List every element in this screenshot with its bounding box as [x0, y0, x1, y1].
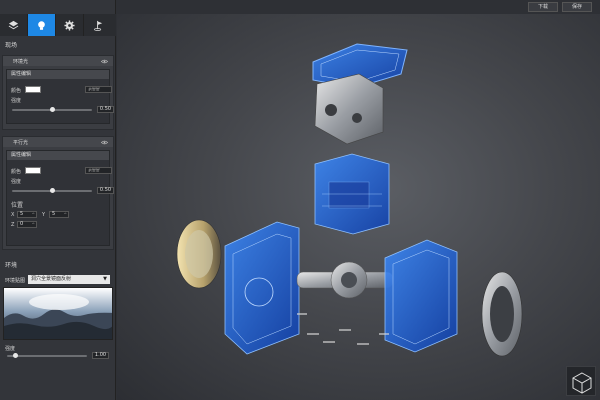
environment-map-value: 洞穴全景镜面反射	[31, 276, 72, 282]
position-x-input[interactable]: 5 ^	[17, 211, 37, 218]
stepper-icon[interactable]: ^	[32, 212, 35, 217]
save-button[interactable]: 保存	[562, 2, 592, 12]
position-z-input[interactable]: 0 ^	[17, 221, 37, 228]
tab-markers[interactable]	[84, 14, 112, 36]
view-cube[interactable]	[566, 366, 596, 396]
ambient-light-header[interactable]: 环境光	[3, 56, 113, 66]
cylinder-head[interactable]	[314, 73, 384, 145]
ambient-light-label: 环境光	[13, 58, 29, 65]
left-side-cover[interactable]	[176, 219, 222, 289]
scene-section-title: 现场	[5, 42, 18, 49]
directional-properties: 属性编辑 颜色 #ffffff 强度 0.50 位置 X 5 ^ Y 5 ^ Z…	[6, 150, 114, 246]
flag-icon	[93, 20, 102, 31]
directional-intensity-slider[interactable]	[12, 188, 92, 193]
eye-icon[interactable]	[101, 59, 108, 64]
y-label: Y	[42, 212, 46, 218]
eye-icon[interactable]	[101, 140, 108, 145]
environment-map-select[interactable]: 洞穴全景镜面反射 ▼	[28, 275, 110, 284]
panel-toolbar	[0, 14, 116, 36]
chevron-down-icon: ▼	[103, 276, 107, 282]
ambient-color-label: 颜色	[11, 88, 22, 94]
directional-editor-title: 属性编辑	[7, 151, 109, 160]
position-y-value: 5	[52, 211, 56, 217]
stepper-icon[interactable]: ^	[32, 222, 35, 227]
environment-map-label: 环境贴图	[5, 278, 26, 284]
layers-icon	[8, 20, 19, 29]
cube-icon	[572, 372, 592, 394]
slider-thumb[interactable]	[49, 188, 55, 193]
lightbulb-icon	[38, 20, 45, 30]
left-crankcase[interactable]	[224, 221, 300, 355]
tab-settings[interactable]	[56, 14, 84, 36]
x-label: X	[11, 212, 15, 218]
position-label: 位置	[11, 202, 24, 209]
ambient-properties: 属性编辑 颜色 #ffffff 强度 0.50	[6, 69, 114, 124]
slider-thumb[interactable]	[49, 107, 55, 112]
ambient-intensity-value[interactable]: 0.50	[97, 106, 114, 113]
z-label: Z	[11, 222, 15, 228]
right-side-cover[interactable]	[481, 271, 523, 357]
slider-thumb[interactable]	[12, 353, 18, 358]
position-x-value: 5	[20, 211, 24, 217]
directional-intensity-value[interactable]: 0.50	[97, 187, 114, 194]
tab-layers[interactable]	[0, 14, 28, 36]
exploded-engine-model[interactable]	[117, 14, 600, 400]
ambient-light-group: 环境光 属性编辑 颜色 #ffffff 强度 0.50	[2, 55, 114, 130]
position-z-value: 0	[20, 221, 24, 227]
ambient-intensity-slider[interactable]	[12, 107, 92, 112]
ambient-intensity-label: 强度	[11, 98, 22, 104]
environment-map-preview	[3, 287, 113, 340]
cylinder-block[interactable]	[314, 153, 390, 235]
tab-lighting[interactable]	[28, 14, 56, 36]
position-y-input[interactable]: 5 ^	[49, 211, 69, 218]
ambient-color-hex[interactable]: #ffffff	[85, 86, 112, 93]
directional-light-group: 平行光 属性编辑 颜色 #ffffff 强度 0.50 位置 X 5 ^ Y 5…	[2, 136, 114, 250]
bolts	[297, 313, 389, 345]
properties-panel: 现场 环境光 属性编辑 颜色 #ffffff 强度 0.50 平行光 属性编辑 …	[0, 0, 116, 400]
right-crankcase[interactable]	[384, 239, 458, 353]
environment-intensity-value[interactable]: 1.00	[92, 352, 109, 359]
gear-icon	[64, 19, 75, 31]
directional-color-swatch[interactable]	[25, 167, 41, 174]
directional-color-label: 颜色	[11, 169, 22, 175]
ambient-color-swatch[interactable]	[25, 86, 41, 93]
environment-intensity-slider[interactable]	[7, 353, 87, 358]
3d-viewport[interactable]	[117, 14, 600, 400]
ambient-editor-title: 属性编辑	[7, 70, 109, 79]
directional-color-hex[interactable]: #ffffff	[85, 167, 112, 174]
directional-light-header[interactable]: 平行光	[3, 137, 113, 147]
environment-section-title: 环境	[5, 262, 18, 269]
stepper-icon[interactable]: ^	[64, 212, 67, 217]
crankshaft[interactable]	[296, 261, 394, 299]
directional-light-label: 平行光	[13, 139, 29, 146]
directional-intensity-label: 强度	[11, 179, 22, 185]
download-button[interactable]: 下载	[528, 2, 558, 12]
